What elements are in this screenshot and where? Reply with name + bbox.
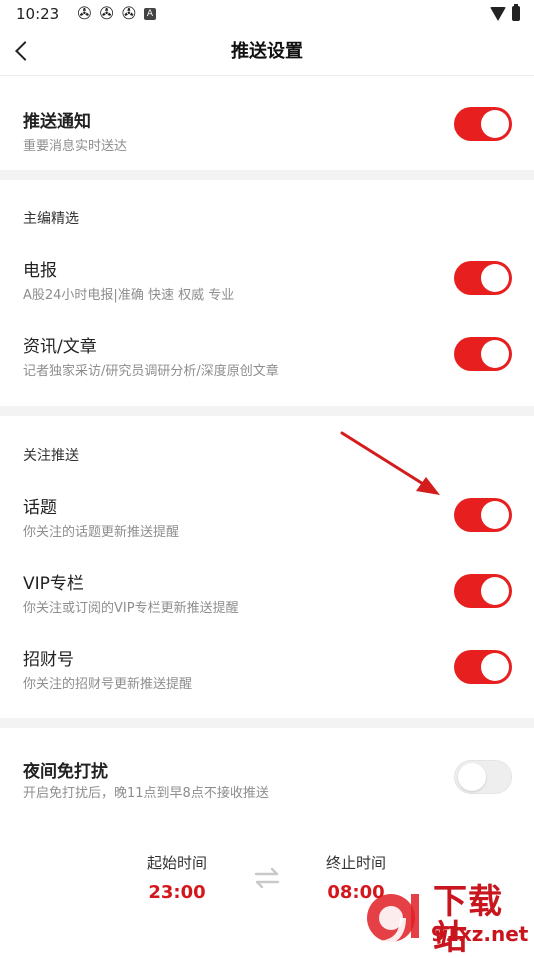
telegraph-toggle[interactable] <box>454 261 512 295</box>
item-subtitle: 记者独家采访/研究员调研分析/深度原创文章 <box>23 364 279 379</box>
zhaocai-toggle[interactable] <box>454 650 512 684</box>
section-label-follow-push: 关注推送 <box>23 448 79 464</box>
toggle-knob <box>481 577 509 605</box>
swap-icon <box>254 867 280 889</box>
watermark: 下载站 91xz.net <box>363 878 534 956</box>
divider <box>0 170 534 180</box>
item-title: 话题 <box>23 498 57 518</box>
list-item: 招财号 你关注的招财号更新推送提醒 <box>0 629 534 705</box>
status-bar: 10:23 ✇ ✇ ✇ A <box>0 0 534 28</box>
aperture-icon: ✇ <box>77 3 92 24</box>
item-subtitle: 你关注或订阅的VIP专栏更新推送提醒 <box>23 601 239 616</box>
wifi-icon <box>490 6 506 21</box>
header: 推送设置 <box>0 28 534 76</box>
vip-column-toggle[interactable] <box>454 574 512 608</box>
dnd-toggle[interactable] <box>454 760 512 794</box>
aperture-icon: ✇ <box>121 3 136 24</box>
dnd-row: 夜间免打扰 开启免打扰后，晚11点到早8点不接收推送 <box>0 728 534 818</box>
watermark-logo-icon <box>367 894 419 947</box>
item-title: VIP专栏 <box>23 574 84 594</box>
aperture-icon: ✇ <box>99 3 114 24</box>
toggle-knob <box>481 340 509 368</box>
item-subtitle: 你关注的招财号更新推送提醒 <box>23 677 193 692</box>
push-notification-subtitle: 重要消息实时送达 <box>23 139 128 154</box>
end-time-label: 终止时间 <box>325 854 386 872</box>
item-subtitle: A股24小时电报|准确 快速 权威 专业 <box>23 288 235 303</box>
list-item: 电报 A股24小时电报|准确 快速 权威 专业 <box>0 240 534 316</box>
notification-icons: ✇ ✇ ✇ A <box>77 3 156 24</box>
news-article-toggle[interactable] <box>454 337 512 371</box>
toggle-knob <box>458 763 486 791</box>
section-label-editor-picks: 主编精选 <box>23 211 79 227</box>
topic-toggle[interactable] <box>454 498 512 532</box>
dnd-title: 夜间免打扰 <box>23 762 108 782</box>
toggle-knob <box>481 110 509 138</box>
list-item: 资讯/文章 记者独家采访/研究员调研分析/深度原创文章 <box>0 316 534 392</box>
toggle-knob <box>481 653 509 681</box>
divider <box>0 718 534 728</box>
list-item: 话题 你关注的话题更新推送提醒 <box>0 477 534 553</box>
push-notification-row: 推送通知 重要消息实时送达 <box>0 77 534 170</box>
item-title: 资讯/文章 <box>23 337 97 357</box>
annotation-arrow-icon <box>340 431 440 495</box>
toggle-knob <box>481 501 509 529</box>
status-right <box>490 4 520 21</box>
start-time-label: 起始时间 <box>146 854 207 872</box>
divider <box>0 406 534 416</box>
push-notification-title: 推送通知 <box>23 112 91 132</box>
status-time: 10:23 <box>16 5 60 23</box>
toggle-knob <box>481 264 509 292</box>
item-subtitle: 你关注的话题更新推送提醒 <box>23 525 180 540</box>
item-title: 电报 <box>23 261 57 281</box>
battery-icon <box>512 4 520 21</box>
page-title: 推送设置 <box>231 41 303 62</box>
item-title: 招财号 <box>23 650 74 670</box>
a-icon: A <box>143 8 156 20</box>
list-item: VIP专栏 你关注或订阅的VIP专栏更新推送提醒 <box>0 553 534 629</box>
push-notification-toggle[interactable] <box>454 107 512 141</box>
start-time-value[interactable]: 23:00 <box>117 882 237 903</box>
dnd-subtitle: 开启免打扰后，晚11点到早8点不接收推送 <box>23 786 269 801</box>
watermark-url: 91xz.net <box>431 922 529 946</box>
